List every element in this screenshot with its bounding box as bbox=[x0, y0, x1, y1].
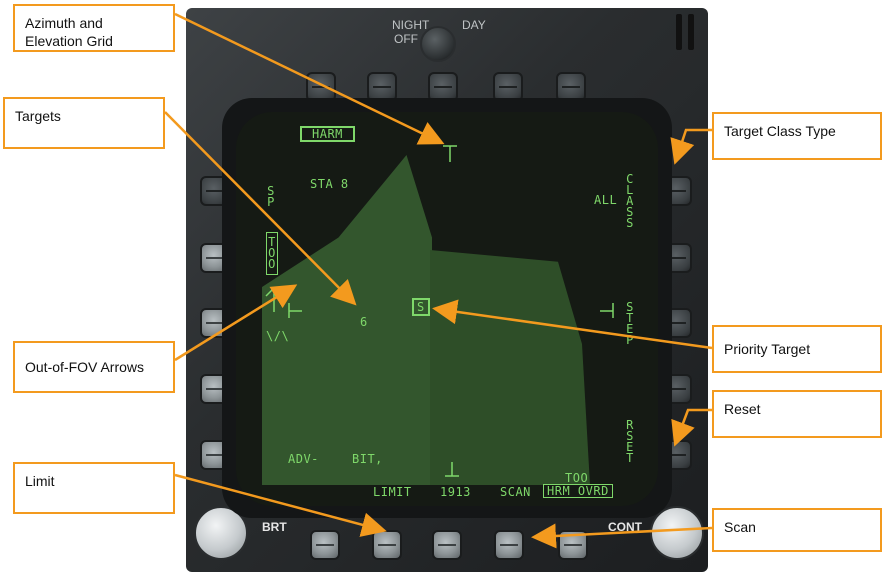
callout-target-class-type: Target Class Type bbox=[712, 112, 882, 160]
callout-scan: Scan bbox=[712, 508, 882, 552]
callout-priority-target: Priority Target bbox=[712, 325, 882, 373]
callout-azimuth-grid: Azimuth and Elevation Grid bbox=[13, 4, 175, 52]
callout-limit: Limit bbox=[13, 462, 175, 514]
callout-reset: Reset bbox=[712, 390, 882, 438]
callout-targets: Targets bbox=[3, 97, 165, 149]
callout-out-of-fov-arrows: Out-of-FOV Arrows bbox=[13, 341, 175, 393]
